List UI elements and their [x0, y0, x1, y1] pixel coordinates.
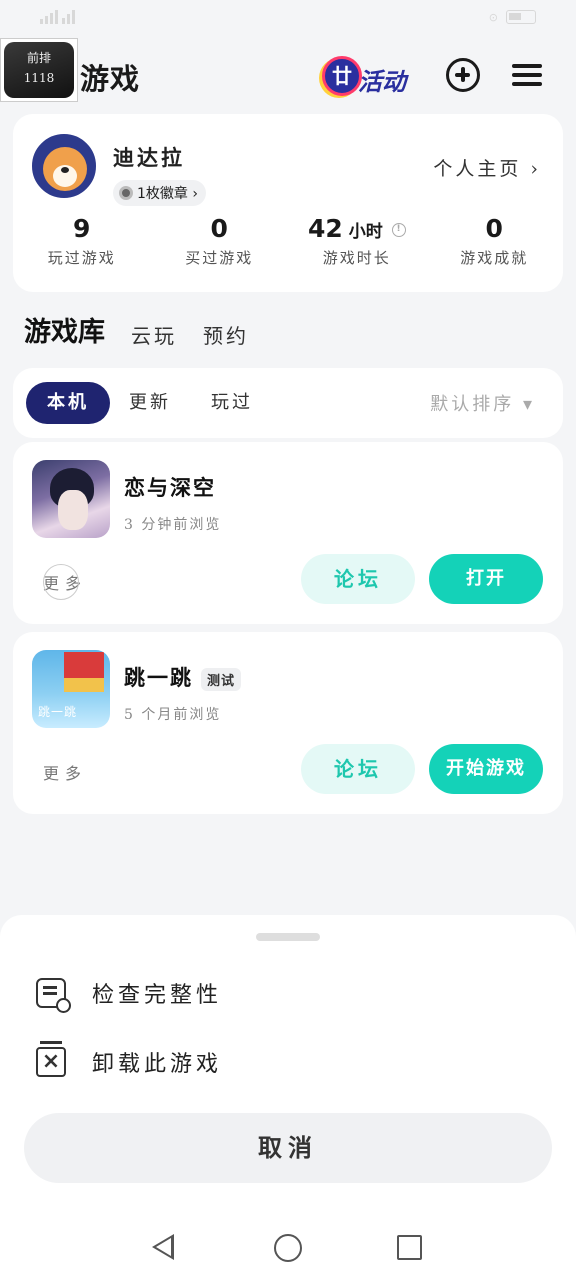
stat-achievements[interactable]: 0 游戏成就: [426, 214, 564, 268]
uninstall-icon: [36, 1041, 66, 1077]
page-title: 游戏: [80, 62, 141, 96]
wifi-icon: [62, 10, 75, 24]
menu-button[interactable]: [512, 58, 548, 94]
add-button[interactable]: [446, 58, 482, 94]
shiba-avatar-icon: [43, 147, 87, 191]
start-game-button[interactable]: 开始游戏: [429, 744, 543, 794]
stat-playtime[interactable]: 42 小时 ! 游戏时长: [288, 214, 426, 268]
back-triangle-icon[interactable]: [152, 1234, 174, 1260]
sheet-drag-handle[interactable]: [256, 933, 320, 941]
test-tag: 测试: [201, 668, 242, 691]
filter-chip-updates[interactable]: 更新: [129, 382, 171, 424]
plus-circle-icon: [446, 58, 480, 92]
stat-label: 游戏成就: [460, 249, 529, 267]
stat-value: 0: [210, 214, 228, 243]
stat-played[interactable]: 9 玩过游戏: [13, 214, 151, 268]
battery-icon: [506, 10, 536, 24]
game-icon[interactable]: [32, 460, 110, 538]
stats-row: 9 玩过游戏 0 买过游戏 42 小时 ! 游戏时长 0 游戏成就: [13, 214, 563, 268]
avatar[interactable]: [32, 134, 96, 198]
check-integrity-item[interactable]: 检查完整性: [36, 973, 222, 1013]
info-icon[interactable]: !: [391, 223, 406, 237]
personal-homepage-link[interactable]: 个人主页 ›: [433, 154, 541, 181]
floating-promo-thumbnail[interactable]: 前排 1118: [0, 38, 78, 102]
activity-label: 活动: [358, 68, 406, 96]
filter-bar: 本机 更新 玩过 默认排序 ▾: [13, 368, 563, 438]
tab-reservations[interactable]: 预约: [203, 320, 249, 349]
stat-bought[interactable]: 0 买过游戏: [151, 214, 289, 268]
cancel-button[interactable]: 取消: [24, 1113, 552, 1183]
home-circle-icon[interactable]: [274, 1234, 302, 1262]
filter-chip-local[interactable]: 本机: [26, 382, 110, 424]
badge-count: 1枚徽章 ›: [137, 186, 198, 202]
signal-indicators: [40, 10, 75, 24]
check-integrity-icon: [36, 978, 71, 1013]
game-card[interactable]: 跳一跳测试 5 个月前浏览 更多 论坛 开始游戏: [13, 632, 563, 814]
promo-line2: 1118: [23, 71, 55, 85]
sort-dropdown[interactable]: 默认排序 ▾: [430, 390, 535, 416]
stat-label: 买过游戏: [185, 249, 254, 267]
more-button[interactable]: 更多: [43, 760, 87, 784]
tab-cloud-play[interactable]: 云玩: [131, 320, 177, 349]
open-button[interactable]: 打开: [429, 554, 543, 604]
promo-image: 前排 1118: [4, 42, 74, 98]
more-button[interactable]: 更多: [43, 564, 87, 600]
uninstall-game-item[interactable]: 卸载此游戏: [36, 1041, 223, 1082]
badge-chip[interactable]: 1枚徽章 ›: [113, 180, 206, 206]
game-name-text: 恋与深空: [124, 475, 216, 500]
forum-button[interactable]: 论坛: [301, 554, 415, 604]
game-name-text: 跳一跳: [124, 665, 193, 690]
tab-game-library[interactable]: 游戏库: [24, 310, 105, 349]
library-tabs: 游戏库 云玩 预约: [24, 310, 249, 349]
system-indicators: ⊙: [489, 10, 536, 24]
alarm-icon: ⊙: [488, 10, 498, 24]
promo-line1: 前排: [26, 51, 51, 65]
stat-value: 9: [73, 214, 91, 243]
game-icon[interactable]: [32, 650, 110, 728]
recents-square-icon[interactable]: [397, 1235, 422, 1260]
game-card[interactable]: 恋与深空 3 分钟前浏览 更多 论坛 打开: [13, 442, 563, 624]
username: 迪达拉: [113, 145, 185, 170]
stat-label: 玩过游戏: [47, 249, 116, 267]
hamburger-icon: [512, 64, 548, 86]
system-nav-bar: [0, 1212, 576, 1280]
game-name: 恋与深空: [124, 472, 216, 502]
game-last-viewed: 5 个月前浏览: [124, 707, 222, 723]
stat-value: 0: [485, 214, 503, 243]
medal-icon: [119, 186, 133, 200]
game-center-page: ⊙ 前排 1118 游戏 廿 活动 迪达拉 1枚徽章 › 个人主页 › 9 玩过…: [0, 0, 576, 1280]
filter-chip-played[interactable]: 玩过: [211, 382, 253, 424]
profile-card: 迪达拉 1枚徽章 › 个人主页 › 9 玩过游戏 0 买过游戏 42 小时 ! 游…: [13, 114, 563, 292]
stat-label: 游戏时长: [322, 249, 391, 267]
game-name: 跳一跳 测试: [124, 662, 242, 692]
stat-unit: 小时: [348, 222, 383, 242]
forum-button[interactable]: 论坛: [301, 744, 415, 794]
stat-value: 42: [307, 214, 343, 243]
activity-button[interactable]: 廿 活动: [320, 50, 420, 102]
sheet-item-label: 检查完整性: [92, 983, 223, 1008]
signal-icon: [40, 10, 58, 24]
status-bar: ⊙: [0, 0, 576, 38]
header: 前排 1118 游戏 廿 活动: [0, 38, 576, 114]
activity-logo-icon: 廿: [322, 56, 362, 96]
game-last-viewed: 3 分钟前浏览: [124, 517, 222, 533]
sheet-item-label: 卸载此游戏: [92, 1052, 223, 1077]
